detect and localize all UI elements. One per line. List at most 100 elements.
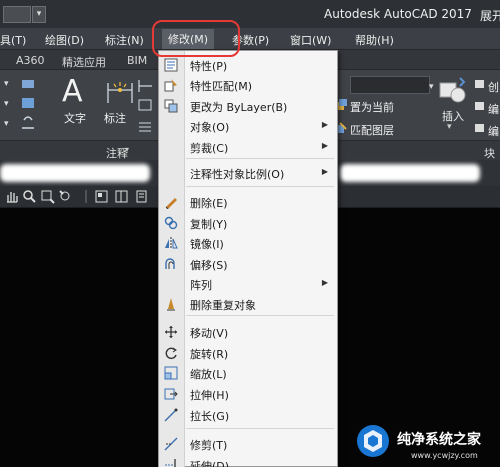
stretch-icon [164, 388, 178, 400]
dimension-tool-label[interactable]: 标注 [104, 110, 126, 126]
panel-expand-icon[interactable]: ▾ [125, 145, 129, 154]
pan-hand-icon[interactable] [4, 189, 19, 204]
menu-item-submenu-4[interactable]: 剪裁(C) ▶ [158, 137, 338, 157]
svg-text:▾: ▾ [4, 119, 9, 129]
layer-combo[interactable] [350, 76, 430, 94]
menu-item-move[interactable]: 移动(V) [158, 322, 338, 342]
menu-item-submenu-3[interactable]: 对象(O) ▶ [158, 116, 338, 136]
bylayer-icon [164, 99, 178, 113]
menu-item-scale[interactable]: 缩放(L) [158, 363, 338, 383]
tab-bim[interactable]: BIM [127, 54, 147, 67]
menu-item-offset[interactable]: 偏移(S) [158, 254, 338, 274]
zoom-window-icon[interactable] [40, 189, 55, 204]
tab-featured-apps[interactable]: 精选应用 [62, 54, 106, 70]
layer-tools-icon[interactable]: ▾ ▾ ▾ [4, 74, 38, 134]
submenu-arrow-icon: ▶ [321, 167, 328, 176]
menu-item-label: 拉长(G) [190, 410, 230, 423]
match-properties-icon [164, 79, 177, 92]
menu-item-label: 删除重复对象 [190, 299, 256, 312]
tab-a360[interactable]: A360 [16, 54, 45, 67]
text-tool-icon[interactable]: A [62, 74, 83, 109]
menu-item-copy[interactable]: 复制(Y) [158, 213, 338, 233]
quick-access-dropdown[interactable]: ▾ [32, 6, 46, 23]
rotate-icon [165, 347, 177, 360]
menu-item-label: 注释性对象比例(O) [190, 168, 285, 181]
menu-dimension[interactable]: 标注(N) [105, 32, 144, 48]
menu-separator [186, 158, 334, 159]
menu-draw[interactable]: 绘图(D) [45, 32, 84, 48]
menu-item-submenu-5[interactable]: 注释性对象比例(O) ▶ [158, 163, 338, 183]
set-current-label[interactable]: 置为当前 [350, 99, 394, 115]
menu-item-erase[interactable]: 删除(E) [158, 192, 338, 212]
insert-block-icon[interactable] [438, 75, 468, 105]
zoom-previous-icon[interactable] [58, 189, 73, 204]
menu-item-lengthen[interactable]: 拉长(G) [158, 405, 338, 425]
menu-item-rotate[interactable]: 旋转(R) [158, 343, 338, 363]
menu-item-stretch[interactable]: 拉伸(H) [158, 384, 338, 404]
menu-item-label: 剪裁(C) [190, 142, 229, 155]
menu-item-label: 对象(O) [190, 121, 230, 134]
menu-item-label: 更改为 ByLayer(B) [190, 101, 288, 114]
watermark-url: www.ycwjzy.com [411, 451, 478, 460]
panel-title-block[interactable]: 块 [484, 145, 495, 161]
block-create-label[interactable]: 创 [488, 79, 499, 95]
svg-text:▾: ▾ [429, 82, 434, 92]
blurred-region-right [340, 164, 480, 182]
menu-item-label: 删除(E) [190, 197, 228, 210]
viewport-icon[interactable] [94, 189, 109, 204]
block-small-icons[interactable] [474, 78, 486, 140]
menu-item-label: 特性(P) [190, 60, 228, 73]
menu-tools[interactable]: 具(T) [0, 32, 26, 48]
menu-item-label: 复制(Y) [190, 218, 228, 231]
menu-separator [186, 315, 334, 316]
menu-item-label: 拉伸(H) [190, 389, 229, 402]
text-tool-label[interactable]: 文字 [64, 110, 86, 126]
menu-item-label: 偏移(S) [190, 259, 228, 272]
viewport-split-icon[interactable] [114, 189, 129, 204]
move-icon [165, 326, 177, 338]
menu-separator [186, 428, 334, 429]
menu-item-label: 修剪(T) [190, 439, 228, 452]
site-logo-icon [357, 425, 389, 457]
menu-item-properties[interactable]: 特性(P) [158, 55, 338, 75]
extend-icon [165, 459, 176, 467]
blurred-region-left [0, 164, 150, 182]
overkill-icon [167, 298, 175, 311]
svg-text:▾: ▾ [4, 79, 9, 89]
match-layer-label[interactable]: 匹配图层 [350, 122, 394, 138]
named-views-icon[interactable] [134, 189, 149, 204]
menu-item-label: 旋转(R) [190, 348, 229, 361]
app-title: Autodesk AutoCAD 2017 [324, 7, 472, 21]
dimension-tool-icon[interactable] [105, 78, 135, 106]
copy-icon [164, 216, 178, 230]
menu-item-bylayer[interactable]: 更改为 ByLayer(B) [158, 96, 338, 116]
menu-item-match-properties[interactable]: 特性匹配(M) [158, 75, 338, 95]
menu-separator [186, 186, 334, 187]
menu-item-trim[interactable]: 修剪(T) [158, 434, 338, 454]
submenu-arrow-icon: ▶ [321, 278, 328, 287]
trim-icon [164, 437, 178, 451]
annotation-small-icons[interactable] [136, 76, 156, 136]
menu-item-overkill[interactable]: 删除重复对象 [158, 294, 338, 314]
menu-item-label: 特性匹配(M) [190, 80, 253, 93]
block-edit-label[interactable]: 编 [488, 101, 499, 117]
menu-item-submenu-10[interactable]: 阵列 ▶ [158, 274, 338, 294]
modify-menu-items: 特性(P) 特性匹配(M) 更改为 ByLayer(B) 对象(O) ▶ 剪裁(C) ▶ 注释… [158, 50, 338, 467]
menu-item-label: 缩放(L) [190, 368, 227, 381]
menu-item-mirror[interactable]: 镜像(I) [158, 233, 338, 253]
menu-help[interactable]: 帮助(H) [355, 32, 394, 48]
quick-access-input[interactable] [3, 6, 31, 23]
menu-item-label: 移动(V) [190, 327, 229, 340]
mirror-icon [165, 237, 178, 249]
insert-label[interactable]: 插入 [442, 108, 464, 124]
insert-chevron-icon[interactable]: ▾ [447, 122, 452, 132]
menu-item-label: 阵列 [190, 279, 212, 292]
menu-window[interactable]: 窗口(W) [290, 32, 331, 48]
submenu-arrow-icon: ▶ [321, 120, 328, 129]
menu-item-label: 镜像(I) [190, 238, 224, 251]
watermark-text: 纯净系统之家 [397, 432, 481, 448]
title-extra[interactable]: 展开 [480, 7, 500, 24]
menu-item-extend[interactable]: 延伸(D) [158, 455, 338, 467]
zoom-realtime-icon[interactable] [22, 189, 37, 204]
block-edit-attr-label[interactable]: 编 [488, 123, 499, 139]
